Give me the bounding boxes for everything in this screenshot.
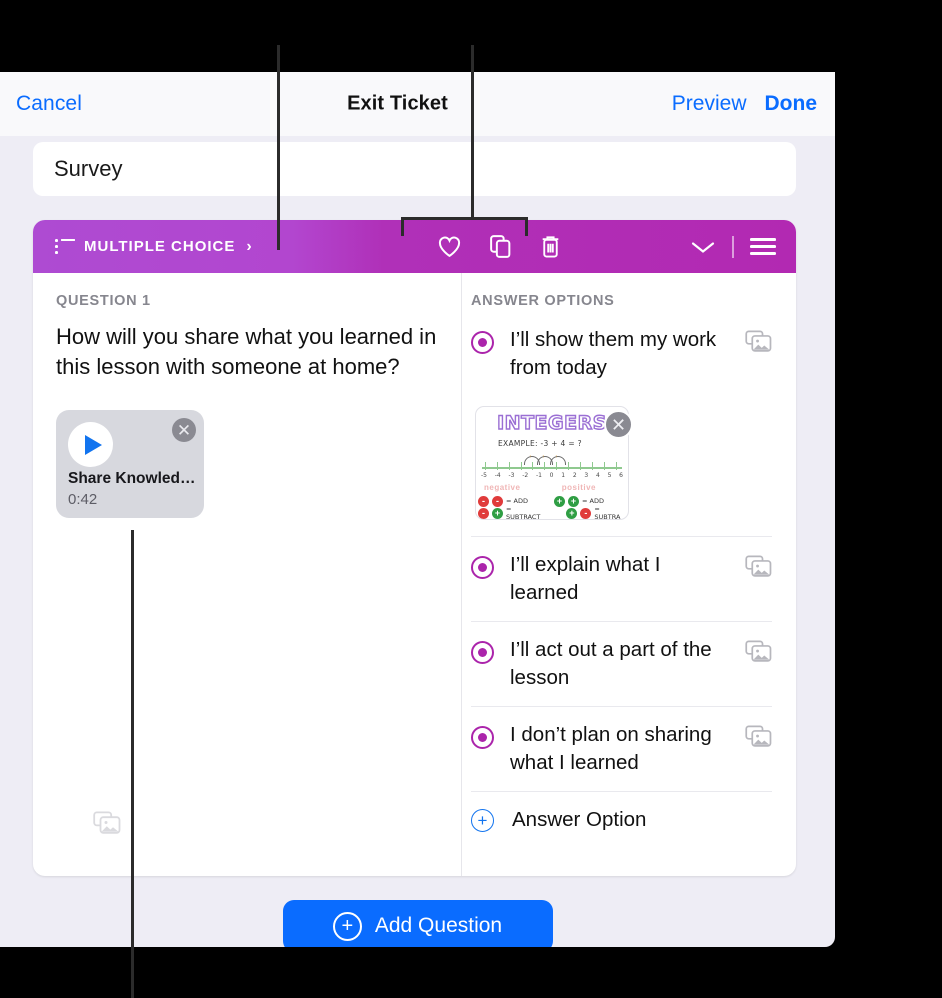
photos-icon[interactable] [745, 330, 772, 358]
number-line-labels: -5 -4 -3 -2 -1 0 1 2 3 4 5 6 [481, 472, 623, 479]
question-text[interactable]: How will you share what you learned in t… [56, 322, 439, 382]
number-line [482, 467, 622, 469]
callout-bracket-top [401, 217, 528, 220]
tick-label: 4 [595, 472, 600, 479]
tick-label: -1 [535, 472, 542, 479]
audio-attachment[interactable]: ✕ Share Knowled… 0:42 [56, 410, 204, 518]
sign-pill: - [580, 507, 592, 519]
sign-pill: + [492, 507, 503, 519]
radio-button[interactable] [471, 556, 494, 579]
sign-pill: + [553, 495, 565, 507]
add-answer-option-button[interactable]: + Answer Option [471, 792, 772, 850]
toolbar-action-icons [437, 234, 562, 259]
tick-label: 3 [584, 472, 589, 479]
question-card: MULTIPLE CHOICE › QUESTION 1 How will yo… [33, 220, 796, 876]
integer-rules: - - = ADD + + = ADD - + = SUBTRACT + - =… [476, 495, 628, 519]
add-question-button[interactable]: + Add Question [282, 900, 553, 947]
tick-label: 0 [549, 472, 554, 479]
callout-line-question-media [131, 530, 134, 998]
close-icon[interactable]: ✕ [172, 418, 196, 442]
tick-label: -3 [508, 472, 515, 479]
answers-column: ANSWER OPTIONS I’ll show them my work fr… [462, 273, 796, 876]
answer-option-text[interactable]: I’ll show them my work from today [510, 326, 729, 382]
audio-duration: 0:42 [68, 491, 98, 508]
survey-title-section: Survey [0, 136, 835, 196]
answers-section-label: ANSWER OPTIONS [471, 293, 615, 309]
callout-bracket-right [525, 217, 528, 236]
screenshot-stage: Cancel Exit Ticket Preview Done Survey M… [0, 0, 942, 998]
answer-option-text[interactable]: I’ll explain what I learned [510, 551, 729, 607]
multiple-choice-icon [55, 239, 75, 254]
thumbnail-example: EXAMPLE: -3 + 4 = ? [498, 439, 582, 448]
done-button[interactable]: Done [765, 92, 818, 116]
tick-label: 1 [561, 472, 566, 479]
sign-pill: - [478, 507, 489, 519]
tick-label: -2 [522, 472, 529, 479]
sign-pill: - [492, 495, 503, 507]
duplicate-icon[interactable] [488, 234, 513, 259]
answer-option-text[interactable]: I don’t plan on sharing what I learned [510, 721, 729, 777]
survey-title-input[interactable]: Survey [33, 142, 796, 196]
add-question-label: Add Question [374, 914, 503, 937]
rule-row: - + = SUBTRACT + - = SUBTRA [476, 505, 628, 520]
close-icon[interactable]: ✕ [604, 410, 633, 439]
radio-button[interactable] [471, 331, 494, 354]
callout-line-question-type [277, 45, 280, 250]
rule-right: + - = SUBTRA [566, 505, 628, 520]
trash-icon[interactable] [539, 234, 562, 259]
positive-label: positive [561, 483, 596, 492]
question-media-button[interactable] [93, 811, 121, 840]
question-column: QUESTION 1 How will you share what you l… [33, 273, 462, 876]
answer-attachment[interactable]: INTEGERS EXAMPLE: -3 + 4 = ? ↑ ↑ ↑ -5 -4… [475, 406, 633, 520]
preview-button[interactable]: Preview [672, 92, 747, 116]
radio-button[interactable] [471, 641, 494, 664]
rule-text: = SUBTRA [594, 505, 621, 520]
sign-pill: + [566, 507, 578, 519]
question-section-label: QUESTION 1 [56, 293, 151, 309]
tick-label: 5 [607, 472, 612, 479]
photos-icon[interactable] [745, 725, 772, 753]
negative-label: negative [484, 483, 521, 492]
rule-text: = ADD [506, 497, 528, 505]
chevron-down-icon[interactable] [690, 239, 716, 255]
navbar-right-actions: Preview Done [672, 92, 817, 116]
chevron-right-icon: › [246, 237, 252, 255]
plus-circle-icon: + [332, 911, 362, 941]
photos-icon[interactable] [745, 640, 772, 668]
toolbar-divider [732, 235, 734, 258]
question-toolbar: MULTIPLE CHOICE › [33, 220, 796, 273]
toolbar-right-actions [690, 235, 776, 258]
answer-option-row[interactable]: I’ll show them my work from today [471, 322, 772, 396]
heart-icon[interactable] [437, 235, 462, 258]
photos-icon[interactable] [745, 555, 772, 583]
rule-text: = SUBTRACT [506, 505, 541, 520]
callout-line-toolbar-icons [471, 45, 474, 218]
play-icon[interactable] [68, 422, 113, 467]
tick-label: 6 [619, 472, 623, 479]
answer-option-row[interactable]: I’ll explain what I learned [471, 536, 772, 622]
app-window: Cancel Exit Ticket Preview Done Survey M… [0, 72, 835, 947]
question-card-body: QUESTION 1 How will you share what you l… [33, 273, 796, 876]
tick-label: 2 [572, 472, 577, 479]
navigation-bar: Cancel Exit Ticket Preview Done [0, 72, 835, 136]
number-line-sign-labels: negative positive [484, 483, 620, 492]
question-type-label: MULTIPLE CHOICE [84, 238, 236, 255]
answer-option-text[interactable]: I’ll act out a part of the lesson [510, 636, 729, 692]
callout-bracket-left [401, 217, 404, 236]
footer-actions: + Add Question [0, 900, 835, 947]
add-answer-option-label: Answer Option [512, 808, 647, 831]
tick-label: -5 [481, 472, 487, 479]
answer-option-row[interactable]: I don’t plan on sharing what I learned [471, 707, 772, 792]
answer-option-row[interactable]: I’ll act out a part of the lesson [471, 622, 772, 707]
rule-text: = ADD [581, 497, 604, 505]
tick-label: -4 [494, 472, 501, 479]
hamburger-icon[interactable] [750, 238, 776, 255]
sign-pill: - [478, 495, 489, 507]
radio-button[interactable] [471, 726, 494, 749]
plus-circle-icon: + [471, 808, 494, 832]
audio-title: Share Knowled… [68, 470, 196, 487]
question-type-selector[interactable]: MULTIPLE CHOICE › [33, 238, 252, 256]
